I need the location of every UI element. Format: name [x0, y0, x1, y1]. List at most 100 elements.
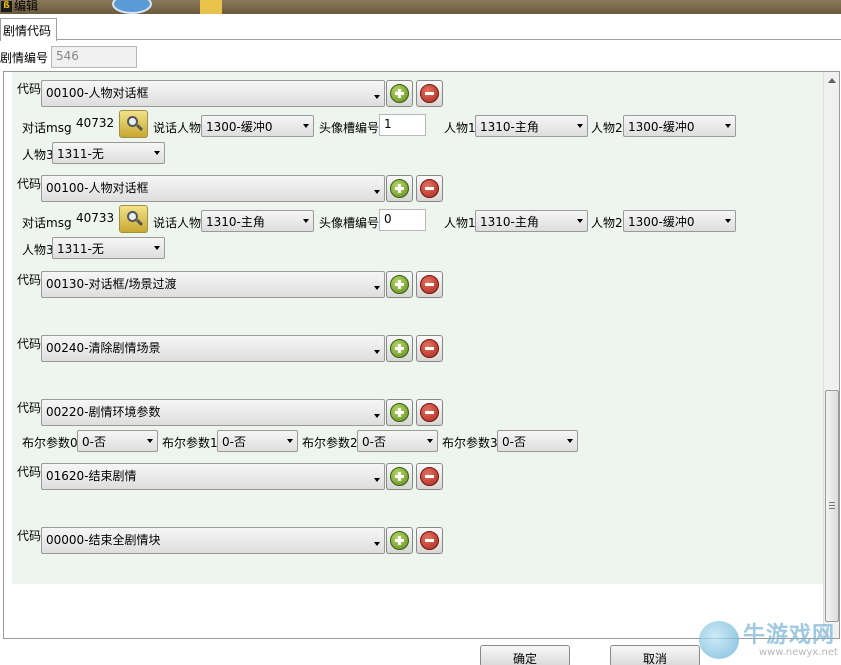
code-select[interactable]: 00220-剧情环境参数	[41, 399, 385, 426]
vertical-scrollbar[interactable]	[823, 72, 839, 638]
dropdown-arrow-icon	[577, 124, 583, 128]
portrait-slot-input[interactable]: 0	[379, 209, 426, 231]
dropdown-arrow-icon	[374, 350, 380, 354]
background-graphic	[200, 0, 222, 14]
person1-select[interactable]: 1310-主角	[475, 210, 588, 232]
dropdown-arrow-icon	[427, 439, 433, 443]
bool-param-select[interactable]: 0-否	[217, 430, 298, 452]
add-button[interactable]	[386, 175, 413, 202]
dialog-msg-label: 对话msg	[22, 216, 72, 230]
code-list-panel: 代码 00100-人物对话框 对话msg 40732 说话人物 1300-缓冲0…	[3, 71, 840, 639]
remove-icon	[420, 275, 439, 294]
dropdown-arrow-icon	[374, 95, 380, 99]
person2-label: 人物2	[591, 216, 623, 230]
scrollbar-thumb[interactable]	[825, 390, 839, 622]
person3-label: 人物3	[22, 148, 54, 162]
remove-icon	[420, 84, 439, 103]
code-select[interactable]: 00100-人物对话框	[41, 80, 385, 107]
portrait-slot-label: 头像槽编号	[319, 121, 380, 135]
dropdown-arrow-icon	[725, 219, 731, 223]
dropdown-arrow-icon	[374, 190, 380, 194]
code-select[interactable]: 01620-结束剧情	[41, 463, 385, 490]
search-msg-button[interactable]	[119, 205, 148, 233]
add-icon	[390, 179, 409, 198]
dropdown-arrow-icon	[567, 439, 573, 443]
remove-icon	[420, 403, 439, 422]
dialog-msg-label: 对话msg	[22, 121, 72, 135]
person2-select[interactable]: 1300-缓冲0	[623, 115, 736, 137]
code-label: 代码	[17, 337, 42, 351]
remove-button[interactable]	[416, 80, 443, 107]
bool-param-label: 布尔参数1	[162, 436, 218, 450]
code-block: 代码 00100-人物对话框 对话msg 40732 说话人物 1300-缓冲0…	[12, 72, 824, 168]
bool-param-select[interactable]: 0-否	[77, 430, 158, 452]
background-graphic	[112, 0, 152, 14]
add-button[interactable]	[386, 80, 413, 107]
person2-select[interactable]: 1300-缓冲0	[623, 210, 736, 232]
code-block: 代码 01620-结束剧情	[12, 456, 824, 520]
code-label: 代码	[17, 177, 42, 191]
dropdown-arrow-icon	[154, 246, 160, 250]
scroll-up-icon[interactable]	[828, 78, 836, 83]
remove-icon	[420, 179, 439, 198]
dropdown-arrow-icon	[303, 219, 309, 223]
add-button[interactable]	[386, 271, 413, 298]
add-icon	[390, 531, 409, 550]
watermark-text: 牛游戏网	[743, 623, 836, 648]
remove-button[interactable]	[416, 175, 443, 202]
dialog-msg-input[interactable]: 40733	[72, 209, 118, 231]
cancel-button[interactable]: 取消	[610, 645, 700, 665]
search-msg-button[interactable]	[119, 110, 148, 138]
remove-button[interactable]	[416, 463, 443, 490]
remove-button[interactable]	[416, 335, 443, 362]
add-button[interactable]	[386, 463, 413, 490]
grip-icon	[829, 502, 835, 509]
code-label: 代码	[17, 273, 42, 287]
portrait-slot-input[interactable]: 1	[379, 114, 426, 136]
person3-select[interactable]: 1311-无	[52, 142, 165, 164]
code-block: 代码 00220-剧情环境参数 布尔参数0 0-否 布尔参数1 0-否 布尔参数…	[12, 392, 824, 456]
tab-plot-code[interactable]: 剧情代码	[0, 18, 57, 41]
plot-id-field: 546	[51, 46, 137, 68]
person2-label: 人物2	[591, 121, 623, 135]
remove-button[interactable]	[416, 271, 443, 298]
person1-label: 人物1	[444, 121, 476, 135]
bool-param-select[interactable]: 0-否	[497, 430, 578, 452]
person1-label: 人物1	[444, 216, 476, 230]
add-button[interactable]	[386, 527, 413, 554]
dropdown-arrow-icon	[374, 286, 380, 290]
add-button[interactable]	[386, 399, 413, 426]
code-block: 代码 00130-对话框/场景过渡	[12, 264, 824, 328]
dropdown-arrow-icon	[147, 439, 153, 443]
ok-button[interactable]: 确定	[480, 645, 570, 665]
speaker-select[interactable]: 1310-主角	[201, 210, 314, 232]
add-icon	[390, 339, 409, 358]
watermark-logo: 牛游戏网 www.newyx.net	[695, 617, 841, 665]
remove-icon	[420, 467, 439, 486]
code-select[interactable]: 00000-结束全剧情块	[41, 527, 385, 554]
window-title: 编辑	[14, 0, 39, 13]
watermark-url: www.newyx.net	[759, 647, 838, 658]
add-button[interactable]	[386, 335, 413, 362]
remove-button[interactable]	[416, 399, 443, 426]
code-select[interactable]: 00240-清除剧情场景	[41, 335, 385, 362]
remove-button[interactable]	[416, 527, 443, 554]
code-label: 代码	[17, 465, 42, 479]
dropdown-arrow-icon	[374, 414, 380, 418]
portrait-slot-label: 头像槽编号	[319, 216, 380, 230]
bool-param-label: 布尔参数3	[442, 436, 498, 450]
bool-param-label: 布尔参数0	[22, 436, 78, 450]
dialog-msg-input[interactable]: 40732	[72, 114, 118, 136]
person1-select[interactable]: 1310-主角	[475, 115, 588, 137]
dropdown-arrow-icon	[374, 478, 380, 482]
dropdown-arrow-icon	[577, 219, 583, 223]
bool-param-select[interactable]: 0-否	[357, 430, 438, 452]
speaker-label: 说话人物	[153, 216, 202, 230]
app-icon: ß	[1, 1, 12, 12]
code-select[interactable]: 00100-人物对话框	[41, 175, 385, 202]
person3-select[interactable]: 1311-无	[52, 237, 165, 259]
speaker-label: 说话人物	[153, 121, 202, 135]
speaker-select[interactable]: 1300-缓冲0	[201, 115, 314, 137]
dropdown-arrow-icon	[154, 151, 160, 155]
code-select[interactable]: 00130-对话框/场景过渡	[41, 271, 385, 298]
